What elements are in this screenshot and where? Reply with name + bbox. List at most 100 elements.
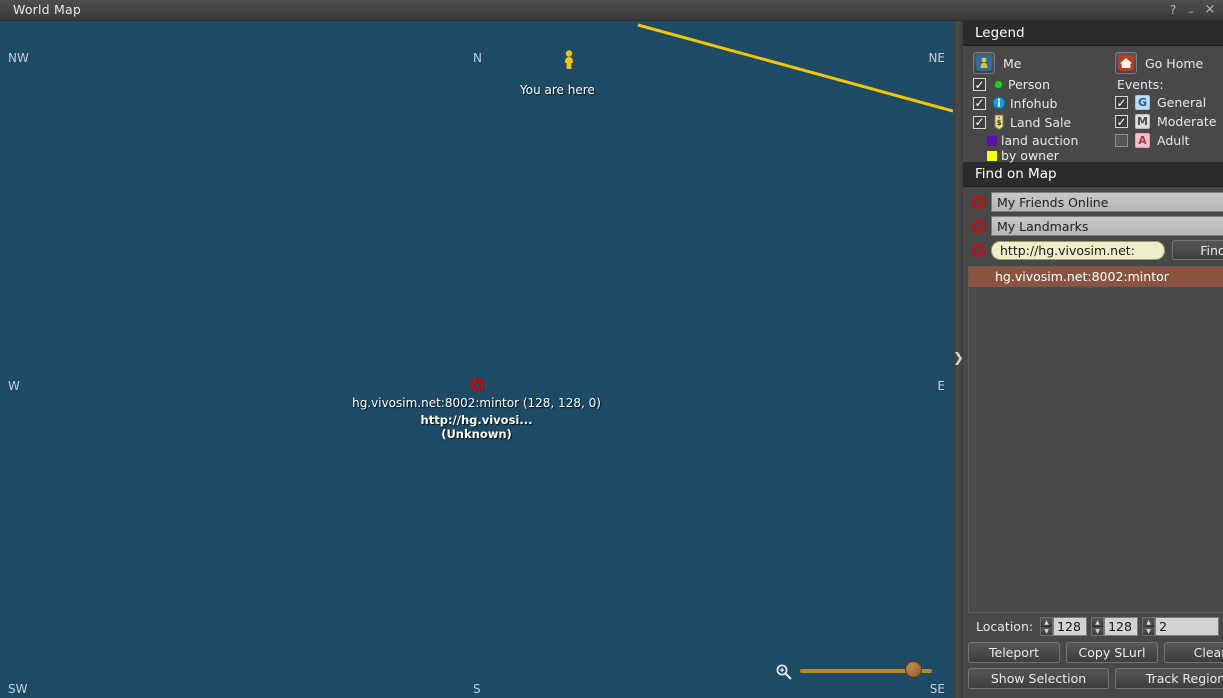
legend-me-label: Me — [1003, 56, 1021, 71]
coord-z-arrows[interactable]: ▲ ▼ — [1142, 617, 1155, 636]
event-adult-checkbox[interactable] — [1115, 134, 1128, 147]
coord-x-stepper[interactable]: ▲ ▼ 128 — [1040, 617, 1087, 636]
event-general-checkbox[interactable]: ✓ — [1115, 96, 1128, 109]
find-on-map-header: Find on Map — [963, 162, 1223, 187]
world-map-canvas[interactable]: NW N NE W E SW S SE You are here hg.vivo… — [0, 21, 953, 698]
coord-z-up-icon[interactable]: ▲ — [1143, 618, 1154, 627]
coord-x-up-icon[interactable]: ▲ — [1041, 618, 1052, 627]
compass-sw: SW — [8, 682, 27, 696]
coord-y-stepper[interactable]: ▲ ▼ 128 — [1091, 617, 1138, 636]
coord-x-value[interactable]: 128 — [1053, 617, 1087, 636]
legend-landsale-row: ✓ $ Land Sale — [973, 114, 1101, 130]
region-status-label: (Unknown) — [0, 427, 953, 441]
my-landmarks-value: My Landmarks — [991, 216, 1223, 236]
minimize-icon[interactable]: – — [1183, 0, 1199, 20]
events-title: Events: — [1117, 77, 1223, 92]
action-button-row-1: Teleport Copy SLurl Clear — [968, 642, 1223, 663]
compass-ne: NE — [928, 51, 945, 65]
compass-s: S — [473, 682, 481, 696]
event-general-badge: G — [1135, 95, 1150, 110]
coord-y-arrows[interactable]: ▲ ▼ — [1091, 617, 1104, 636]
find-on-map-body: My Friends Online ▼ My Landmarks ▼ Find — [963, 187, 1223, 264]
location-row: Location: ▲ ▼ 128 ▲ ▼ 128 — [968, 617, 1223, 636]
coord-z-value[interactable]: 2 — [1155, 617, 1219, 636]
friends-radio-icon[interactable] — [972, 196, 985, 209]
teleport-button[interactable]: Teleport — [968, 642, 1060, 663]
bottom-controls: Location: ▲ ▼ 128 ▲ ▼ 128 — [963, 613, 1223, 698]
legend-infohub-checkbox[interactable]: ✓ — [973, 97, 986, 110]
my-friends-online-combo[interactable]: My Friends Online ▼ — [991, 192, 1223, 212]
legend-landsale-label: Land Sale — [1010, 115, 1071, 130]
show-selection-button[interactable]: Show Selection — [968, 668, 1109, 689]
event-adult-badge: A — [1135, 133, 1150, 148]
region-name-label: hg.vivosim.net:8002:mintor (128, 128, 0) — [0, 396, 953, 410]
search-radio-icon[interactable] — [972, 244, 985, 257]
coord-y-value[interactable]: 128 — [1104, 617, 1138, 636]
event-general-row: ✓ G General — [1115, 95, 1223, 110]
event-moderate-badge: M — [1135, 114, 1150, 129]
find-button[interactable]: Find — [1172, 240, 1223, 260]
region-url-label: http://hg.vivosi... — [0, 413, 953, 427]
compass-n: N — [473, 51, 482, 65]
clear-button[interactable]: Clear — [1164, 642, 1223, 663]
legend-go-home-label: Go Home — [1145, 56, 1203, 71]
legend-me-row: Me — [973, 52, 1101, 74]
my-landmarks-combo[interactable]: My Landmarks ▼ — [991, 216, 1223, 236]
land-auction-swatch-icon — [987, 136, 997, 146]
world-map-window: World Map ? – × NW N NE W E SW S SE You … — [0, 0, 1223, 698]
you-are-here-avatar-icon — [562, 50, 576, 70]
zoom-in-icon[interactable] — [775, 663, 793, 681]
svg-text:$: $ — [997, 119, 1002, 127]
coord-x-down-icon[interactable]: ▼ — [1041, 627, 1052, 635]
home-icon[interactable] — [1115, 52, 1137, 74]
legend-by-owner-label: by owner — [1001, 148, 1059, 163]
action-button-row-2: Show Selection Track Region — [968, 668, 1223, 689]
search-input[interactable] — [991, 241, 1165, 260]
by-owner-swatch-icon — [987, 151, 997, 161]
event-general-label: General — [1157, 95, 1206, 110]
window-body: NW N NE W E SW S SE You are here hg.vivo… — [0, 21, 1223, 698]
coord-y-down-icon[interactable]: ▼ — [1092, 627, 1103, 635]
coord-z-down-icon[interactable]: ▼ — [1143, 627, 1154, 635]
legend-infohub-label: Infohub — [1010, 96, 1057, 111]
location-label: Location: — [976, 619, 1033, 634]
region-marker[interactable] — [471, 378, 484, 391]
legend-person-checkbox[interactable]: ✓ — [973, 78, 986, 91]
green-dot-icon — [995, 81, 1002, 88]
legend-go-home-row: Go Home — [1115, 52, 1223, 74]
event-adult-label: Adult — [1157, 133, 1190, 148]
zoom-slider-handle[interactable] — [905, 661, 922, 678]
coord-y-up-icon[interactable]: ▲ — [1092, 618, 1103, 627]
compass-w: W — [8, 379, 20, 393]
legend-left-column: Me ✓ Person ✓ Infohub — [973, 52, 1101, 158]
compass-e: E — [937, 379, 945, 393]
landmarks-radio-icon[interactable] — [972, 220, 985, 233]
coord-x-arrows[interactable]: ▲ ▼ — [1040, 617, 1053, 636]
coord-z-stepper[interactable]: ▲ ▼ 2 — [1142, 617, 1219, 636]
window-title: World Map — [13, 2, 81, 17]
search-results-list[interactable]: hg.vivosim.net:8002:mintor — [968, 266, 1223, 613]
legend-header: Legend — [963, 21, 1223, 46]
legend-infohub-row: ✓ Infohub — [973, 95, 1101, 111]
price-tag-icon: $ — [992, 114, 1006, 130]
avatar-icon[interactable] — [973, 52, 995, 74]
legend-by-owner-row: by owner — [987, 148, 1101, 163]
side-panel: Legend Me ✓ — [963, 21, 1223, 698]
list-item[interactable]: hg.vivosim.net:8002:mintor — [969, 267, 1223, 287]
event-moderate-checkbox[interactable]: ✓ — [1115, 115, 1128, 128]
compass-nw: NW — [8, 51, 29, 65]
search-row: Find — [963, 240, 1223, 264]
landmarks-row: My Landmarks ▼ — [963, 216, 1223, 240]
panel-resize-divider[interactable]: ❯ — [953, 21, 963, 698]
legend-body: Me ✓ Person ✓ Infohub — [963, 46, 1223, 162]
track-region-button[interactable]: Track Region — [1115, 668, 1223, 689]
legend-person-label: Person — [1008, 77, 1050, 92]
event-adult-row: A Adult — [1115, 133, 1223, 148]
event-moderate-row: ✓ M Moderate — [1115, 114, 1223, 129]
you-are-here-label: You are here — [520, 83, 595, 97]
chevron-right-icon[interactable]: ❯ — [953, 351, 963, 366]
legend-landsale-checkbox[interactable]: ✓ — [973, 116, 986, 129]
copy-slurl-button[interactable]: Copy SLurl — [1066, 642, 1158, 663]
close-icon[interactable]: × — [1202, 0, 1218, 20]
help-icon[interactable]: ? — [1165, 0, 1181, 20]
